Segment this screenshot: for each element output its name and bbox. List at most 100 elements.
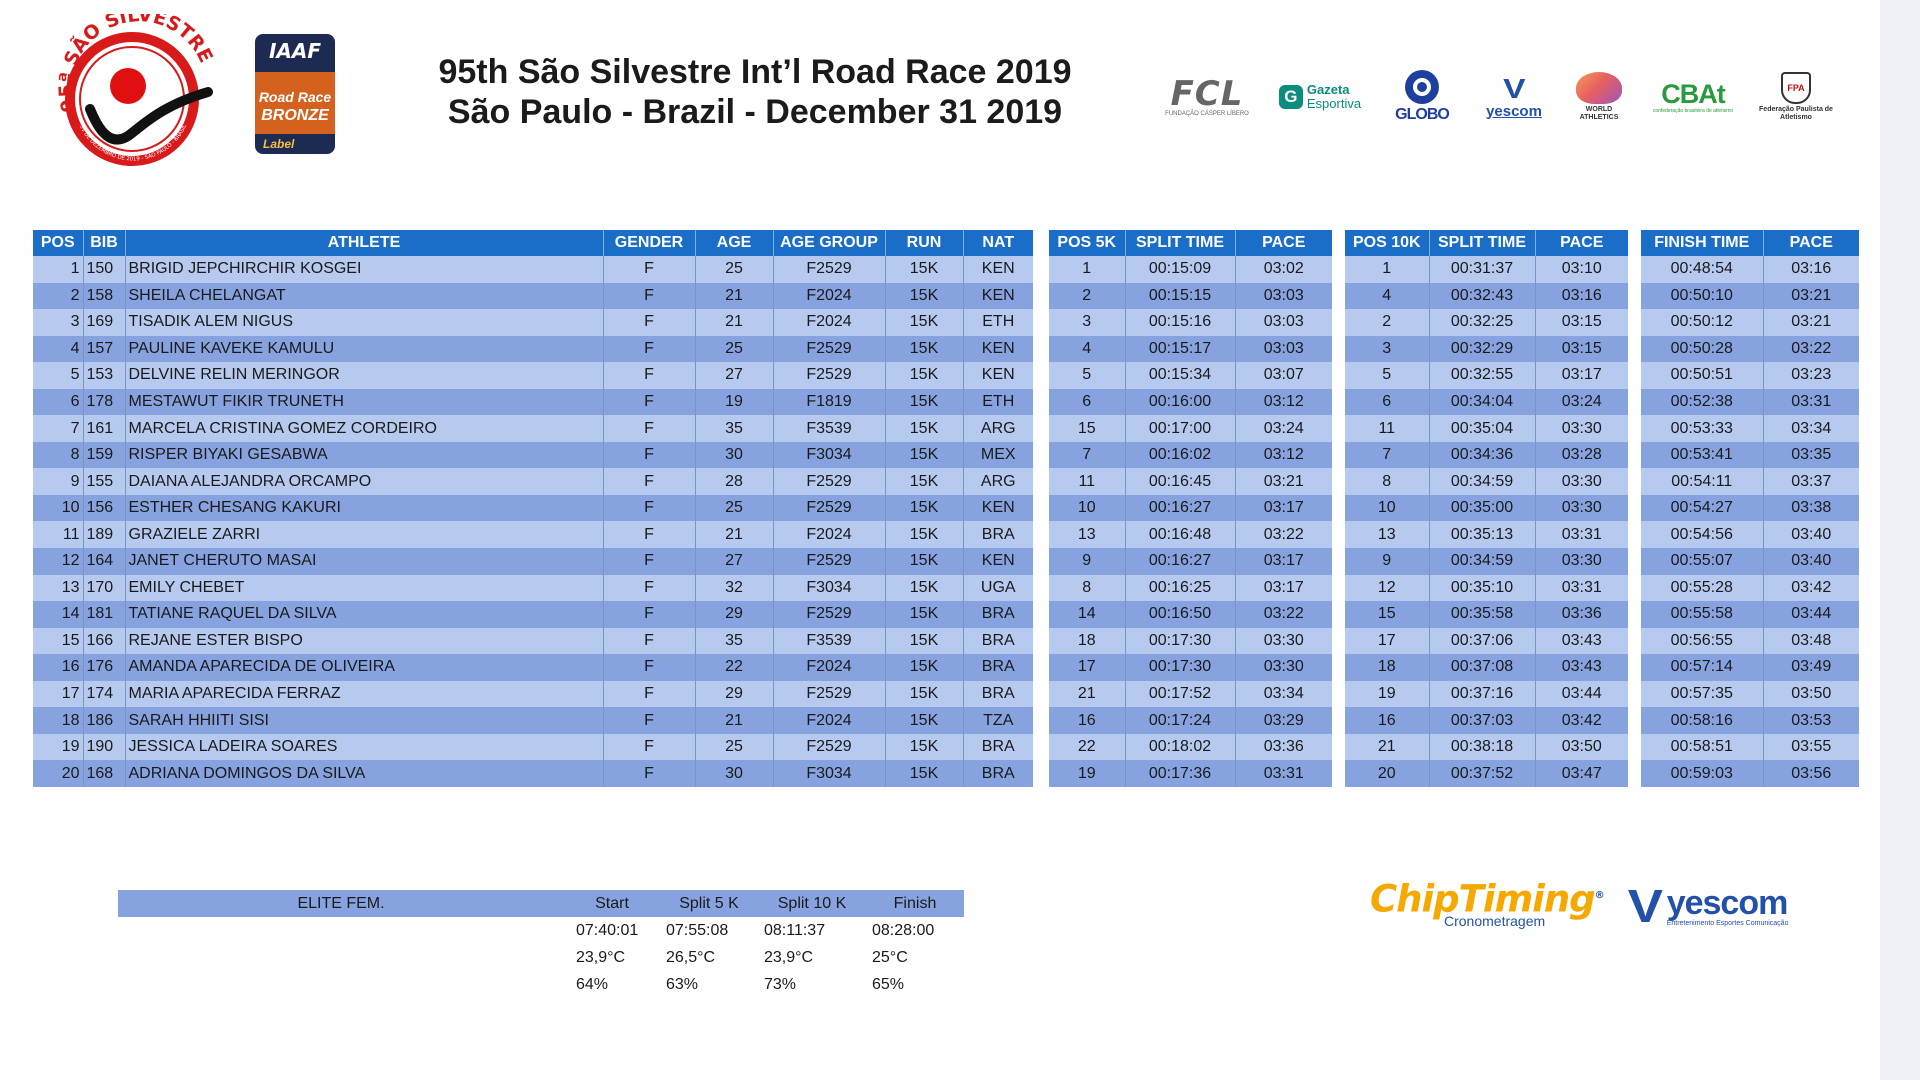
split10k-cell: 00:37:52 xyxy=(1429,760,1536,787)
athlete-cell: 155 xyxy=(83,468,126,495)
athlete-cell: 161 xyxy=(83,415,126,442)
finish-cell: 00:52:38 xyxy=(1641,388,1764,416)
finish-cell: 03:40 xyxy=(1763,521,1859,549)
athlete-cell: TISADIK ALEM NIGUS xyxy=(125,309,604,336)
table-row: 14 181 TATIANE RAQUEL DA SILVA F 29 F2529 15K B… xyxy=(33,601,1033,628)
athlete-cell: F xyxy=(603,335,696,363)
table-row: 10 00:35:00 03:30 xyxy=(1345,494,1628,522)
split10k-cell: 03:31 xyxy=(1535,521,1628,549)
athlete-cell: 15K xyxy=(885,468,964,495)
split10k-cell: 00:35:13 xyxy=(1429,521,1536,549)
athlete-cell: 28 xyxy=(695,468,774,495)
split10k-cell: 00:34:04 xyxy=(1429,388,1536,416)
athlete-cell: BRIGID JEPCHIRCHIR KOSGEI xyxy=(125,256,604,283)
athlete-cell: F2024 xyxy=(773,654,886,681)
athlete-cell: 15K xyxy=(885,627,964,655)
athlete-cell: F xyxy=(603,680,696,708)
split5k-cell: 00:17:30 xyxy=(1125,627,1236,655)
athlete-cell: F2529 xyxy=(773,494,886,522)
finish-cell: 03:48 xyxy=(1763,627,1859,655)
table-row: 00:53:41 03:35 xyxy=(1641,441,1859,469)
finish-cell: 03:49 xyxy=(1763,654,1859,681)
split5k-cell: 03:17 xyxy=(1235,494,1332,522)
split5k-cell: 03:36 xyxy=(1235,733,1332,761)
globo-sphere-icon xyxy=(1405,70,1439,104)
athlete-cell: ARG xyxy=(963,468,1033,495)
athlete-cell: 15K xyxy=(885,335,964,363)
athlete-cell: 15K xyxy=(885,441,964,469)
globo-logo: GLOBO xyxy=(1384,68,1460,126)
split10k-cell: 03:15 xyxy=(1535,309,1628,336)
yescom-large-logo: V yescom Entretenimento Esportes Comunic… xyxy=(1628,876,1840,936)
split5k-cell: 5 xyxy=(1049,362,1126,389)
split5k-cell: 03:22 xyxy=(1235,521,1332,549)
athlete-cell: BRA xyxy=(963,627,1033,655)
split10k-cell: 03:30 xyxy=(1535,468,1628,495)
finish-cell: 03:50 xyxy=(1763,680,1859,708)
athlete-cell: 29 xyxy=(695,680,774,708)
table-row: 10 00:16:27 03:17 xyxy=(1049,494,1332,522)
table-row: 7 161 MARCELA CRISTINA GOMEZ CORDEIRO F 35 F3… xyxy=(33,415,1033,442)
athlete-cell: BRA xyxy=(963,521,1033,549)
finish-cell: 00:54:56 xyxy=(1641,521,1764,549)
finish-cell: 03:40 xyxy=(1763,548,1859,575)
athlete-cell: 12 xyxy=(33,548,84,575)
table-row: 2 00:15:15 03:03 xyxy=(1049,282,1332,310)
athlete-cell: 15K xyxy=(885,521,964,549)
athlete-cell: 150 xyxy=(83,256,126,283)
table-row: 19 00:37:16 03:44 xyxy=(1345,680,1628,708)
table-row: 3 00:15:16 03:03 xyxy=(1049,309,1332,336)
table-row: 1 00:15:09 03:02 xyxy=(1049,256,1332,283)
table-row: 15 00:17:00 03:24 xyxy=(1049,415,1332,442)
table-row: 00:55:58 03:44 xyxy=(1641,601,1859,628)
table-row: 9 00:16:27 03:17 xyxy=(1049,548,1332,575)
athlete-cell: 10 xyxy=(33,494,84,522)
table-row: 14 00:16:50 03:22 xyxy=(1049,601,1332,628)
athlete-cell: F2529 xyxy=(773,335,886,363)
table-row: 21 00:17:52 03:34 xyxy=(1049,680,1332,708)
table-row: 19 190 JESSICA LADEIRA SOARES F 25 F2529 15K BR… xyxy=(33,733,1033,761)
split10k-cell: 5 xyxy=(1345,362,1430,389)
table-row: 3 00:32:29 03:15 xyxy=(1345,335,1628,363)
athlete-cell: 35 xyxy=(695,627,774,655)
split5k-cell: 2 xyxy=(1049,282,1126,310)
athlete-cell: 15K xyxy=(885,601,964,628)
athlete-cell: SARAH HHIITI SISI xyxy=(125,707,604,734)
athlete-cell: MEX xyxy=(963,441,1033,469)
athlete-cell: 15K xyxy=(885,760,964,787)
conditions-header-split10k: Split 10 K xyxy=(777,894,847,912)
split10k-cell: 00:34:59 xyxy=(1429,468,1536,495)
split5k-cell: 21 xyxy=(1049,680,1126,708)
split5k-cell: 00:16:25 xyxy=(1125,574,1236,602)
athlete-cell: 189 xyxy=(83,521,126,549)
split10k-cell: 00:35:58 xyxy=(1429,601,1536,628)
athlete-cell: 168 xyxy=(83,760,126,787)
split5k-cell: 00:17:24 xyxy=(1125,707,1236,734)
table-row: 18 186 SARAH HHIITI SISI F 21 F2024 15K TZA xyxy=(33,707,1033,734)
table-row: 00:54:27 03:38 xyxy=(1641,494,1859,522)
athlete-cell: 16 xyxy=(33,654,84,681)
athlete-cell: F2529 xyxy=(773,468,886,495)
athlete-cell: 3 xyxy=(33,309,84,336)
table-row: 00:55:28 03:42 xyxy=(1641,574,1859,602)
finish-cell: 00:50:51 xyxy=(1641,362,1764,389)
athlete-cell: F xyxy=(603,548,696,575)
split5k-cell: 03:30 xyxy=(1235,654,1332,681)
athlete-cell: F xyxy=(603,415,696,442)
table-row: 8 00:34:59 03:30 xyxy=(1345,468,1628,495)
table-row: 8 159 RISPER BIYAKI GESABWA F 30 F3034 15K MEX xyxy=(33,441,1033,469)
athlete-cell: 20 xyxy=(33,760,84,787)
finish-cell: 00:55:28 xyxy=(1641,574,1764,602)
athlete-cell: 13 xyxy=(33,574,84,602)
athlete-cell: 30 xyxy=(695,760,774,787)
athlete-cell: 15K xyxy=(885,415,964,442)
split10k-cell: 00:34:59 xyxy=(1429,548,1536,575)
split10k-cell: 00:31:37 xyxy=(1429,256,1536,283)
athlete-cell: KEN xyxy=(963,548,1033,575)
athlete-cell: F3034 xyxy=(773,574,886,602)
athlete-cell: 27 xyxy=(695,362,774,389)
table-row: 2 158 SHEILA CHELANGAT F 21 F2024 15K KEN xyxy=(33,282,1033,310)
finish-cell: 03:38 xyxy=(1763,494,1859,522)
split5k-cell: 03:17 xyxy=(1235,548,1332,575)
athlete-cell: 15K xyxy=(885,733,964,761)
